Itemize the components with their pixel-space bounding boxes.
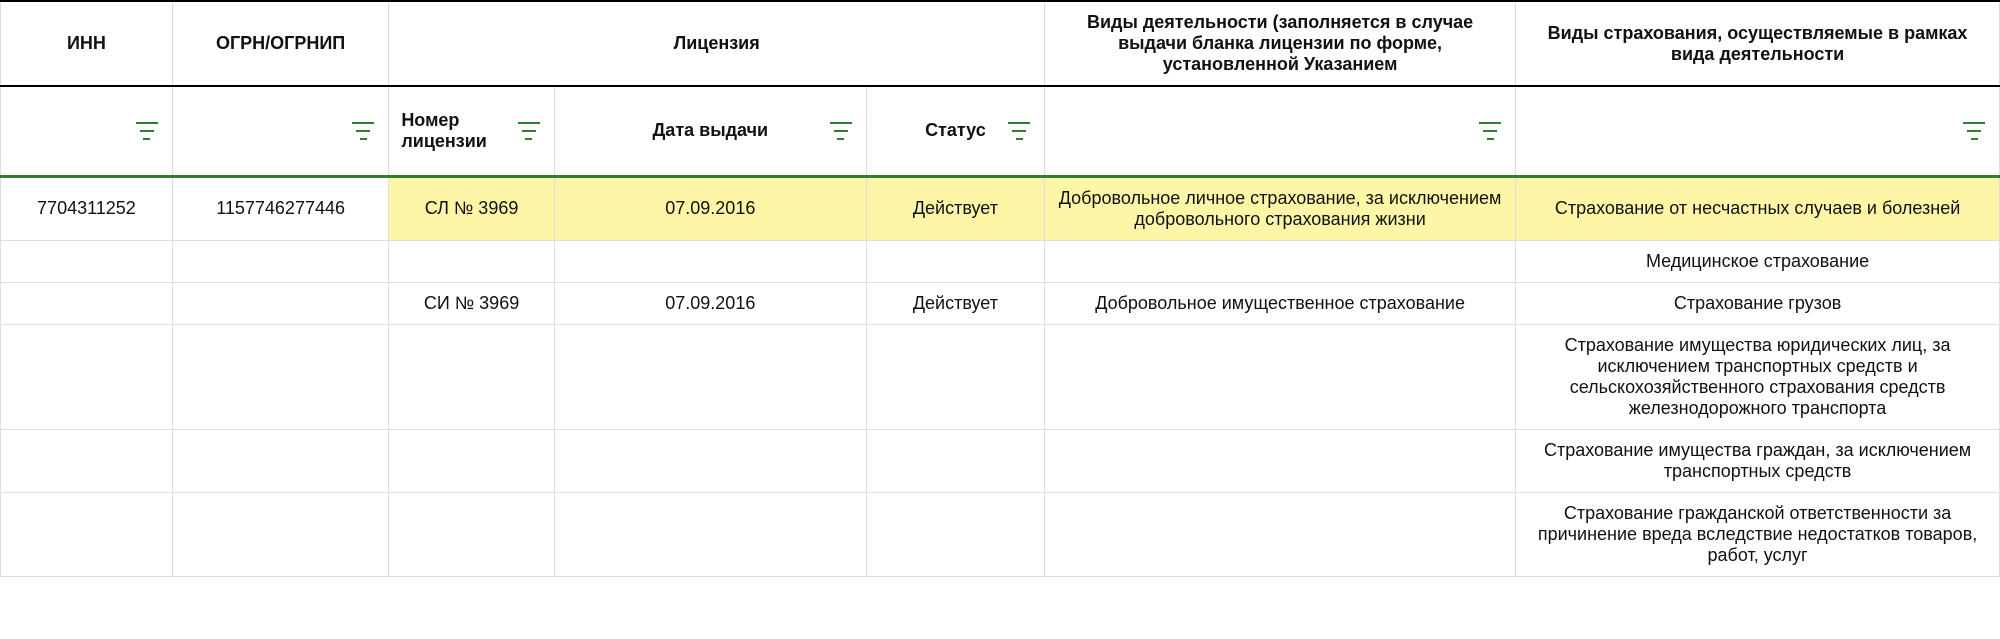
cell-license-number bbox=[389, 429, 555, 492]
cell-inn bbox=[1, 282, 173, 324]
header-ogrn: ОГРН/ОГРНИП bbox=[172, 1, 388, 86]
cell-license-number bbox=[389, 240, 555, 282]
header-license: Лицензия bbox=[389, 1, 1045, 86]
subheader-issue-date: Дата выдачи bbox=[554, 86, 866, 176]
table-row: Страхование гражданской ответственности … bbox=[1, 492, 2000, 576]
table-row: СИ № 396907.09.2016ДействуетДобровольное… bbox=[1, 282, 2000, 324]
cell-ogrn bbox=[172, 492, 388, 576]
filter-cell-activity bbox=[1045, 86, 1516, 176]
filter-cell-ogrn bbox=[172, 86, 388, 176]
filter-icon[interactable] bbox=[136, 122, 158, 140]
cell-ogrn: 1157746277446 bbox=[172, 176, 388, 240]
filter-icon[interactable] bbox=[352, 122, 374, 140]
cell-inn bbox=[1, 492, 173, 576]
cell-issue-date bbox=[554, 492, 866, 576]
header-inn: ИНН bbox=[1, 1, 173, 86]
cell-ogrn bbox=[172, 324, 388, 429]
table-row: 77043112521157746277446СЛ № 396907.09.20… bbox=[1, 176, 2000, 240]
cell-ogrn bbox=[172, 240, 388, 282]
cell-issue-date bbox=[554, 429, 866, 492]
cell-license-number: СИ № 3969 bbox=[389, 282, 555, 324]
cell-inn: 7704311252 bbox=[1, 176, 173, 240]
cell-inn bbox=[1, 324, 173, 429]
cell-insurance: Медицинское страхование bbox=[1516, 240, 2000, 282]
cell-status bbox=[866, 429, 1044, 492]
cell-license-number: СЛ № 3969 bbox=[389, 176, 555, 240]
table-row: Страхование имущества юридических лиц, з… bbox=[1, 324, 2000, 429]
cell-ogrn bbox=[172, 282, 388, 324]
subheader-status: Статус bbox=[866, 86, 1044, 176]
cell-status bbox=[866, 492, 1044, 576]
subheader-license-number: Номер лицензии bbox=[389, 86, 555, 176]
cell-status bbox=[866, 324, 1044, 429]
cell-issue-date: 07.09.2016 bbox=[554, 282, 866, 324]
cell-status: Действует bbox=[866, 282, 1044, 324]
cell-issue-date bbox=[554, 324, 866, 429]
cell-activity: Добровольное имущественное страхование bbox=[1045, 282, 1516, 324]
cell-insurance: Страхование имущества граждан, за исключ… bbox=[1516, 429, 2000, 492]
cell-activity bbox=[1045, 429, 1516, 492]
cell-issue-date: 07.09.2016 bbox=[554, 176, 866, 240]
cell-inn bbox=[1, 429, 173, 492]
cell-activity bbox=[1045, 492, 1516, 576]
license-registry-table: ИНН ОГРН/ОГРНИП Лицензия Виды деятельнос… bbox=[0, 0, 2000, 577]
cell-ogrn bbox=[172, 429, 388, 492]
cell-status: Действует bbox=[866, 176, 1044, 240]
header-activity: Виды деятельности (заполняется в случае … bbox=[1045, 1, 1516, 86]
cell-insurance: Страхование грузов bbox=[1516, 282, 2000, 324]
cell-license-number bbox=[389, 492, 555, 576]
cell-license-number bbox=[389, 324, 555, 429]
filter-icon[interactable] bbox=[518, 122, 540, 140]
cell-status bbox=[866, 240, 1044, 282]
table-row: Страхование имущества граждан, за исключ… bbox=[1, 429, 2000, 492]
filter-icon[interactable] bbox=[830, 122, 852, 140]
cell-activity: Добровольное личное страхование, за искл… bbox=[1045, 176, 1516, 240]
filter-icon[interactable] bbox=[1963, 122, 1985, 140]
cell-insurance: Страхование имущества юридических лиц, з… bbox=[1516, 324, 2000, 429]
filter-cell-insurance bbox=[1516, 86, 2000, 176]
filter-icon[interactable] bbox=[1008, 122, 1030, 140]
header-insurance: Виды страхования, осуществляемые в рамка… bbox=[1516, 1, 2000, 86]
cell-activity bbox=[1045, 240, 1516, 282]
filter-icon[interactable] bbox=[1479, 122, 1501, 140]
cell-inn bbox=[1, 240, 173, 282]
filter-cell-inn bbox=[1, 86, 173, 176]
cell-issue-date bbox=[554, 240, 866, 282]
table-row: Медицинское страхование bbox=[1, 240, 2000, 282]
cell-activity bbox=[1045, 324, 1516, 429]
cell-insurance: Страхование от несчастных случаев и боле… bbox=[1516, 176, 2000, 240]
cell-insurance: Страхование гражданской ответственности … bbox=[1516, 492, 2000, 576]
